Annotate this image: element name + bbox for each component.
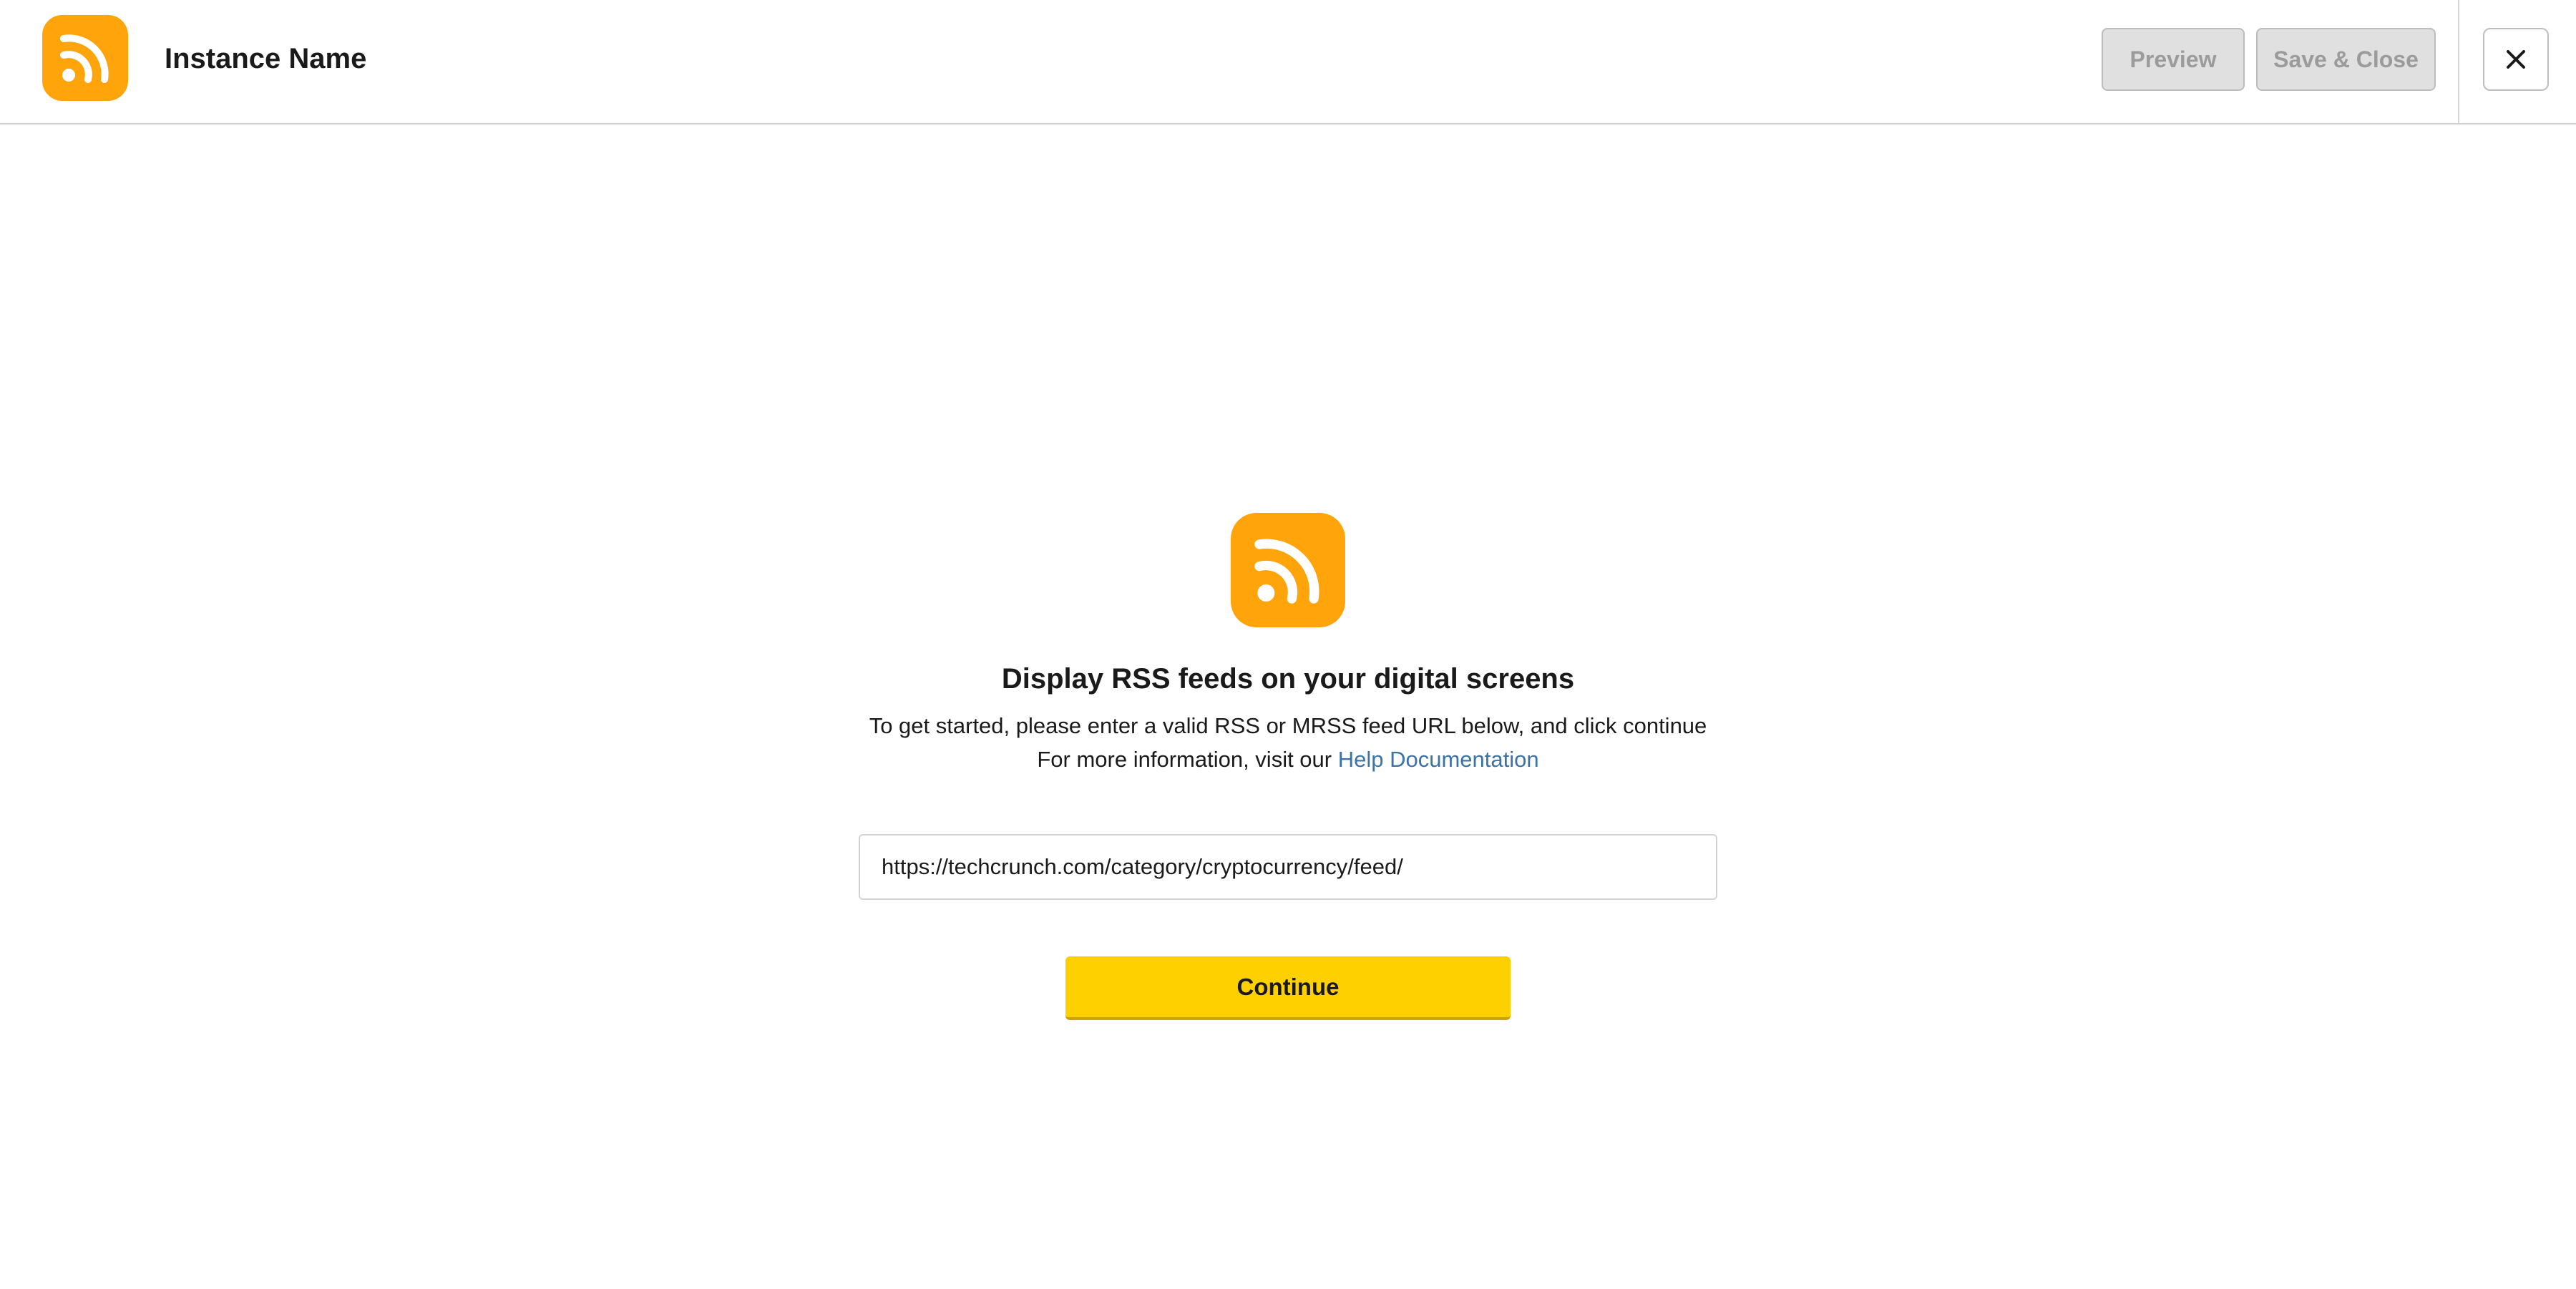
rss-icon [60, 34, 109, 83]
save-close-button[interactable]: Save & Close [2256, 28, 2436, 91]
top-bar: Instance Name Preview Save & Close [0, 0, 2576, 124]
feed-url-input[interactable] [859, 834, 1717, 900]
rss-feature-icon [1231, 513, 1345, 627]
close-icon [2507, 50, 2525, 69]
main-content: Display RSS feeds on your digital screen… [0, 126, 2576, 1289]
header-divider [2458, 0, 2459, 123]
instance-name[interactable]: Instance Name [165, 40, 366, 77]
preview-button[interactable]: Preview [2102, 28, 2245, 91]
help-info-text: For more information, visit our Help Doc… [0, 744, 2576, 775]
page-title: Display RSS feeds on your digital screen… [1001, 663, 1575, 695]
help-info-prefix: For more information, visit our [1037, 747, 1332, 772]
rss-app-icon [42, 15, 128, 101]
continue-button[interactable]: Continue [1065, 956, 1511, 1020]
close-button[interactable] [2483, 28, 2549, 91]
help-documentation-link[interactable]: Help Documentation [1338, 747, 1539, 772]
rss-icon [1254, 539, 1319, 604]
instructions-text: To get started, please enter a valid RSS… [869, 713, 1707, 738]
